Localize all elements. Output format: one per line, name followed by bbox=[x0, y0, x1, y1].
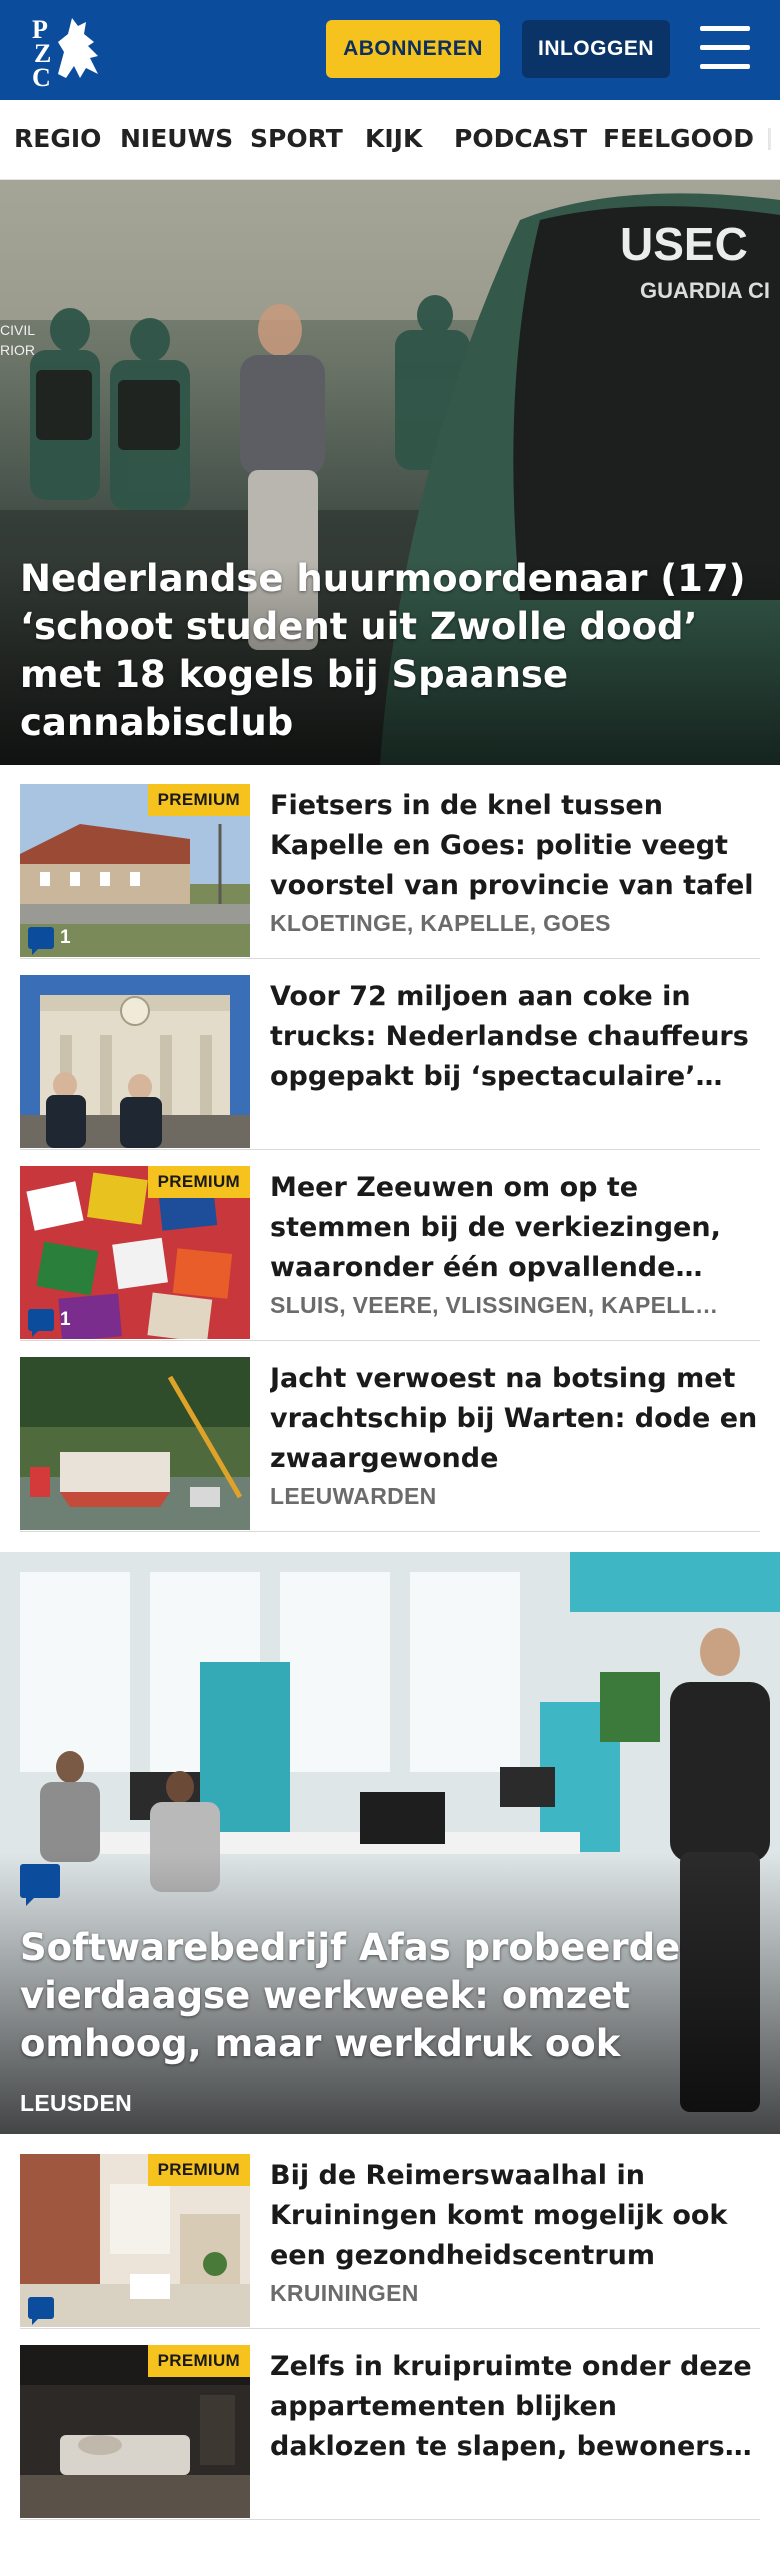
article-headline[interactable]: Zelfs in kruipruimte onder deze appartem… bbox=[270, 2347, 760, 2467]
nav-item-nieuws[interactable]: NIEUWS bbox=[120, 124, 233, 153]
article-card-6[interactable]: PREMIUM Zelfs in kruipruimte onder deze … bbox=[20, 2345, 760, 2520]
comment-icon bbox=[28, 2297, 54, 2325]
badge-text-2: RIOR bbox=[0, 342, 35, 358]
article-thumbnail bbox=[20, 975, 250, 1148]
comment-icon bbox=[28, 927, 54, 955]
badge-text-1: CIVIL bbox=[0, 322, 35, 338]
article-location: KRUININGEN bbox=[270, 2280, 419, 2306]
logo-letter-c: C bbox=[32, 63, 51, 88]
nav-item-regio[interactable]: REGIO bbox=[14, 124, 101, 153]
hamburger-menu-icon[interactable] bbox=[700, 26, 750, 70]
subscribe-button[interactable]: ABONNEREN bbox=[326, 20, 500, 78]
comment-count-value: 1 bbox=[60, 1309, 71, 1330]
article-thumbnail: PREMIUM 1 bbox=[20, 1166, 250, 1339]
login-button[interactable]: INLOGGEN bbox=[522, 20, 670, 78]
article-headline[interactable]: Meer Zeeuwen om op te stemmen bij de ver… bbox=[270, 1168, 760, 1288]
article-thumbnail: PREMIUM bbox=[20, 2345, 250, 2518]
comment-count[interactable]: 1 bbox=[28, 1309, 71, 1337]
premium-badge: PREMIUM bbox=[147, 1166, 250, 1198]
vest-subtext: GUARDIA CI bbox=[640, 278, 770, 303]
article-card-3[interactable]: PREMIUM 1 Meer Zeeuwen om op te stemmen … bbox=[20, 1166, 760, 1341]
comment-icon[interactable] bbox=[20, 1864, 60, 1906]
premium-badge: PREMIUM bbox=[147, 784, 250, 816]
nav-item-sport[interactable]: SPORT bbox=[250, 124, 343, 153]
comment-count-value: 1 bbox=[60, 927, 71, 948]
comment-icon bbox=[28, 1309, 54, 1337]
top-bar: P Z C ABONNEREN INLOGGEN bbox=[0, 0, 780, 100]
article-headline[interactable]: Voor 72 miljoen aan coke in trucks: Nede… bbox=[270, 977, 760, 1097]
article-card-1[interactable]: PREMIUM 1 Fietsers in de knel tussen Kap… bbox=[20, 784, 760, 959]
hero-headline[interactable]: Nederlandse huurmoordenaar (17) ‘schoot … bbox=[20, 555, 760, 747]
article-headline[interactable]: Jacht verwoest na botsing met vrachtschi… bbox=[270, 1359, 760, 1479]
featured-headline[interactable]: Softwarebedrijf Afas probeerde vierdaags… bbox=[20, 1924, 760, 2068]
article-location: SLUIS, VEERE, VLISSINGEN, KAPELL… bbox=[270, 1292, 719, 1318]
comment-count[interactable]: 1 bbox=[28, 927, 71, 955]
article-headline[interactable]: Fietsers in de knel tussen Kapelle en Go… bbox=[270, 786, 760, 906]
article-card-5[interactable]: PREMIUM Bij de Reimerswaalhal in Kruinin… bbox=[20, 2154, 760, 2329]
featured-location: LEUSDEN bbox=[20, 2090, 133, 2116]
article-thumbnail: PREMIUM 1 bbox=[20, 784, 250, 957]
logo-lion bbox=[58, 18, 98, 78]
pzc-logo[interactable]: P Z C bbox=[28, 12, 112, 92]
article-thumbnail: PREMIUM bbox=[20, 2154, 250, 2327]
article-location: KLOETINGE, KAPELLE, GOES bbox=[270, 910, 611, 936]
comment-count[interactable] bbox=[28, 2297, 54, 2325]
article-location: LEEUWARDEN bbox=[270, 1483, 437, 1509]
premium-badge: PREMIUM bbox=[147, 2154, 250, 2186]
featured-article[interactable]: Softwarebedrijf Afas probeerde vierdaags… bbox=[0, 1552, 780, 2134]
article-thumbnail bbox=[20, 1357, 250, 1530]
nav-fade bbox=[750, 100, 780, 179]
vest-text: USEC bbox=[620, 218, 748, 270]
article-headline[interactable]: Bij de Reimerswaalhal in Kruiningen komt… bbox=[270, 2156, 760, 2276]
article-card-4[interactable]: Jacht verwoest na botsing met vrachtschi… bbox=[20, 1357, 760, 1532]
article-card-2[interactable]: Voor 72 miljoen aan coke in trucks: Nede… bbox=[20, 975, 760, 1150]
nav-item-podcast[interactable]: PODCAST bbox=[454, 124, 587, 153]
section-nav: REGIO NIEUWS SPORT KIJK PODCAST FEELGOOD bbox=[0, 100, 780, 180]
premium-badge: PREMIUM bbox=[147, 2345, 250, 2377]
nav-item-kijk[interactable]: KIJK bbox=[365, 124, 422, 153]
nav-item-feelgood[interactable]: FEELGOOD bbox=[603, 124, 754, 153]
hero-article[interactable]: USEC GUARDIA CI CIVIL RIOR Nederlandse h… bbox=[0, 180, 780, 765]
